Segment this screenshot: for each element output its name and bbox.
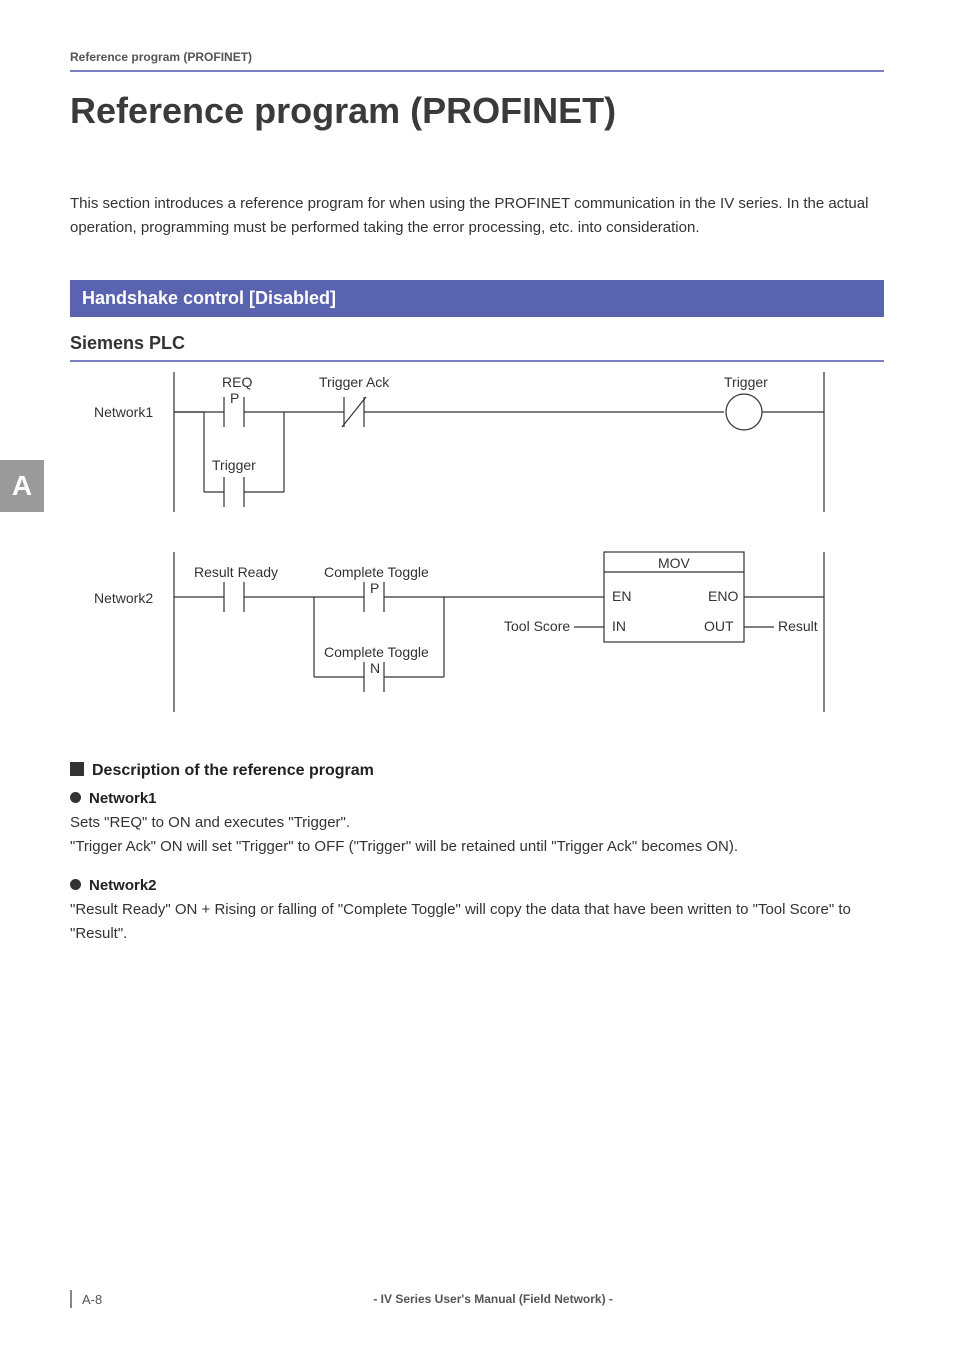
label-req: REQ [222, 374, 252, 390]
page-title: Reference program (PROFINET) [70, 90, 884, 132]
footer-bar-icon [70, 1290, 72, 1308]
label-p2: P [370, 580, 379, 596]
label-tool-score: Tool Score [504, 618, 570, 634]
label-trigger-contact: Trigger [212, 457, 256, 473]
label-in: IN [612, 618, 626, 634]
rule-top [70, 70, 884, 72]
running-header: Reference program (PROFINET) [70, 50, 884, 64]
network1-body: Sets "REQ" to ON and executes "Trigger".… [70, 811, 884, 859]
label-result-ready: Result Ready [194, 564, 278, 580]
label-network2: Network2 [94, 590, 153, 606]
label-out: OUT [704, 618, 734, 634]
label-mov: MOV [658, 555, 690, 571]
appendix-tab: A [0, 460, 44, 512]
label-network1: Network1 [94, 404, 153, 420]
page-footer: A-8 - IV Series User's Manual (Field Net… [70, 1290, 884, 1308]
dot-bullet-icon [70, 879, 81, 890]
heading-description: Description of the reference program [70, 762, 884, 780]
ladder-diagram: Network1 REQ P Trigger Ack Trigger Trigg… [84, 372, 844, 732]
label-trigger-coil: Trigger [724, 374, 768, 390]
label-complete-toggle-p: Complete Toggle [324, 564, 429, 580]
page-number: A-8 [82, 1292, 102, 1307]
label-en: EN [612, 588, 631, 604]
heading-network2-text: Network2 [89, 877, 157, 894]
square-bullet-icon [70, 762, 84, 776]
heading-network1-text: Network1 [89, 790, 157, 807]
heading-description-text: Description of the reference program [92, 762, 374, 779]
dot-bullet-icon [70, 792, 81, 803]
ladder-svg [84, 372, 844, 732]
subsection-siemens-plc: Siemens PLC [70, 333, 884, 354]
label-n: N [370, 660, 380, 676]
heading-network1: Network1 [70, 790, 884, 807]
rule-sub [70, 360, 884, 362]
heading-network2: Network2 [70, 877, 884, 894]
label-complete-toggle-n: Complete Toggle [324, 644, 429, 660]
label-trigger-ack: Trigger Ack [319, 374, 389, 390]
footer-manual-title: - IV Series User's Manual (Field Network… [102, 1292, 884, 1306]
network2-body: "Result Ready" ON + Rising or falling of… [70, 898, 884, 946]
label-result: Result [778, 618, 818, 634]
intro-paragraph: This section introduces a reference prog… [70, 192, 884, 240]
label-p1: P [230, 390, 239, 406]
section-bar-handshake: Handshake control [Disabled] [70, 280, 884, 317]
label-eno: ENO [708, 588, 738, 604]
